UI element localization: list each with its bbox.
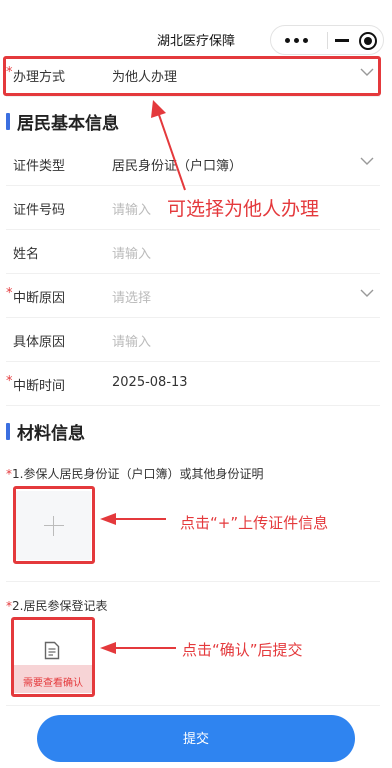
divider — [6, 705, 380, 706]
id-type-row[interactable]: 证件类型 居民身份证（户口簿） — [6, 142, 380, 186]
name-input[interactable]: 请输入 — [112, 243, 151, 262]
id-type-label: 证件类型 — [13, 159, 66, 174]
detail-reason-label: 具体原因 — [13, 335, 66, 350]
section-bar — [6, 113, 10, 130]
date-row[interactable]: * 中断时间 2025-08-13 — [6, 362, 380, 406]
method-annotation: 可选择为他人办理 — [167, 198, 320, 220]
chevron-down-icon — [360, 157, 374, 165]
date-label: 中断时间 — [13, 379, 66, 394]
upload-highlight-box — [13, 486, 95, 564]
required-mark: * — [6, 374, 13, 389]
annotation-arrow-left — [100, 642, 176, 654]
reason-row[interactable]: * 中断原因 请选择 — [6, 274, 380, 318]
divider — [6, 581, 380, 582]
more-icon[interactable] — [285, 35, 309, 47]
top-bar: 湖北医疗保障 — [0, 0, 392, 56]
minimize-icon[interactable] — [335, 39, 349, 42]
upload-annotation: 点击“+”上传证件信息 — [180, 514, 329, 532]
miniprogram-capsule — [270, 25, 384, 55]
document-highlight-box — [11, 617, 95, 697]
submit-button[interactable]: 提交 — [37, 715, 355, 762]
id-number-label: 证件号码 — [13, 203, 66, 218]
confirm-annotation: 点击“确认”后提交 — [182, 641, 303, 659]
detail-reason-input[interactable]: 请输入 — [112, 331, 151, 350]
reason-label: 中断原因 — [13, 291, 66, 306]
id-number-input[interactable]: 请输入 — [112, 199, 151, 218]
chevron-down-icon — [360, 289, 374, 297]
material-section-title: 材料信息 — [6, 419, 206, 444]
annotation-arrow-left — [100, 513, 166, 525]
section-bar — [6, 423, 10, 440]
method-highlight-box — [3, 56, 381, 96]
material2-label: *2.居民参保登记表 — [6, 599, 108, 613]
required-mark: * — [6, 286, 13, 301]
detail-reason-row: 具体原因 请输入 — [6, 318, 380, 362]
reason-select[interactable]: 请选择 — [112, 287, 151, 306]
material1-label: *1.参保人居民身份证（户口簿）或其他身份证明 — [6, 467, 264, 481]
name-label: 姓名 — [13, 247, 40, 262]
date-value: 2025-08-13 — [112, 375, 188, 390]
name-row: 姓名 请输入 — [6, 230, 380, 274]
close-target-icon[interactable] — [359, 32, 377, 50]
capsule-divider — [327, 32, 328, 49]
annotation-arrow-up — [151, 100, 186, 191]
